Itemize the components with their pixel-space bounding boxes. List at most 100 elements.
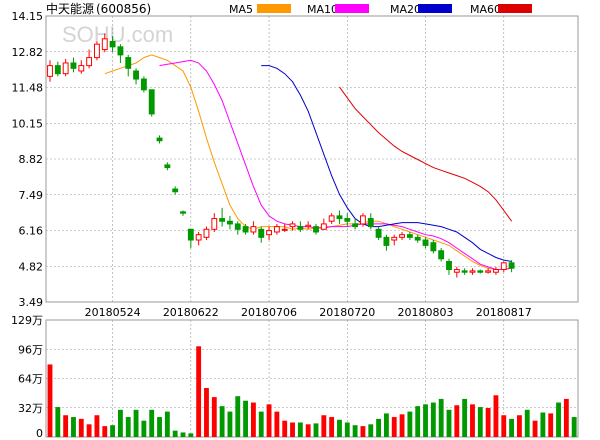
volume-bar [454, 405, 460, 437]
candle-body [446, 260, 452, 271]
candle-body [289, 223, 296, 228]
legend-label-ma60: MA60 [470, 3, 501, 16]
candle-body [227, 220, 233, 225]
volume-bar [524, 409, 530, 437]
price-tick-label: 10.15 [12, 117, 44, 130]
volume-bar [493, 395, 499, 437]
candle-body [485, 270, 492, 273]
price-tick-label: 4.82 [19, 260, 44, 273]
volume-bar [313, 423, 319, 437]
volume-bar [258, 411, 264, 437]
candle-body [140, 78, 147, 91]
legend: MA5 MA10 MA20 MA60 [229, 3, 532, 16]
ma-line-ma10 [159, 59, 512, 270]
volume-bar [485, 407, 491, 437]
volume-bar [563, 398, 569, 437]
candle-body [305, 224, 312, 228]
candle-body [422, 239, 429, 246]
volume-tick-label: 0 [36, 427, 43, 440]
volume-bar [337, 419, 342, 437]
price-tick-label: 7.49 [19, 189, 44, 202]
volume-bar [352, 425, 358, 437]
candle-body [78, 65, 85, 72]
volume-bar [501, 415, 507, 437]
candle-body [477, 270, 484, 273]
volume-bar [235, 396, 241, 437]
candle-body [117, 46, 124, 56]
candle-body [195, 234, 202, 241]
date-tick-label: 20180524 [85, 306, 141, 319]
volume-bar [78, 418, 84, 437]
candle-body [438, 250, 445, 260]
volume-bar [556, 402, 561, 437]
candle-body [164, 164, 171, 169]
volume-bar [407, 411, 413, 437]
volume-bar [196, 346, 202, 437]
volume-bar [63, 415, 69, 437]
candle-body [399, 234, 405, 238]
candle-body [273, 226, 280, 233]
candle-body [94, 43, 100, 59]
volume-bar [344, 422, 350, 437]
candle-body [469, 270, 476, 273]
candle-body [352, 223, 359, 228]
volume-bar [149, 409, 155, 437]
candle-body [313, 226, 319, 233]
candle-body [344, 218, 351, 222]
candle-body [336, 215, 343, 220]
volume-bar [172, 430, 178, 437]
date-tick-label: 20180720 [319, 306, 375, 319]
candle-body [234, 223, 241, 230]
volume-panel: 129万 96万 64万 32万 0 [11, 314, 579, 440]
candle-body [391, 236, 398, 241]
volume-bar [297, 422, 303, 437]
legend-label-ma10: MA10 [307, 3, 338, 16]
price-tick-label: 8.82 [19, 153, 44, 166]
volume-bar [415, 406, 421, 437]
volume-tick-label: 32万 [18, 402, 43, 415]
kline-chart: SOHU.com 中天能源 (600856) MA5 MA10 MA20 MA60 1… [11, 1, 579, 440]
candle-body [500, 262, 507, 271]
candle-body [203, 228, 210, 238]
candle-body [250, 226, 257, 233]
volume-bar [290, 422, 295, 437]
candle-body [86, 57, 93, 67]
candle-body [47, 65, 53, 77]
volume-bar [368, 424, 374, 437]
volume-bar [110, 425, 116, 437]
volume-tick-label: 96万 [18, 343, 43, 356]
candle-body [493, 269, 499, 273]
volume-bar [243, 400, 249, 437]
candle-body [383, 236, 390, 246]
candle-body [297, 226, 304, 230]
volume-bar [477, 407, 483, 437]
candle-body [219, 218, 226, 222]
watermark: SOHU.com [62, 22, 173, 47]
volume-bar [383, 413, 389, 437]
candle-body [109, 40, 116, 48]
volume-bar [227, 411, 233, 437]
legend-swatch-ma60 [498, 4, 532, 13]
candle-body [375, 228, 382, 238]
candle-body [70, 62, 77, 69]
volume-bar [540, 412, 546, 437]
volume-bar [55, 407, 61, 437]
volume-bar [548, 413, 554, 437]
candle-body [406, 234, 413, 238]
candle-body [180, 211, 186, 214]
volume-bar [180, 432, 186, 437]
volume-bar [71, 417, 76, 437]
date-tick-label: 20180817 [476, 306, 532, 319]
volume-tick-label: 129万 [11, 314, 43, 327]
volume-bar [391, 417, 397, 437]
volume-bar [399, 414, 405, 437]
candle-body [62, 62, 69, 75]
candle-body [125, 57, 132, 69]
ma-line-ma5 [104, 54, 512, 270]
date-tick-label: 20180803 [398, 306, 454, 319]
candle-body [414, 236, 421, 241]
volume-bar [282, 420, 288, 437]
date-tick-label: 20180622 [163, 306, 219, 319]
candle-body [54, 65, 61, 75]
candle-body [148, 89, 155, 115]
